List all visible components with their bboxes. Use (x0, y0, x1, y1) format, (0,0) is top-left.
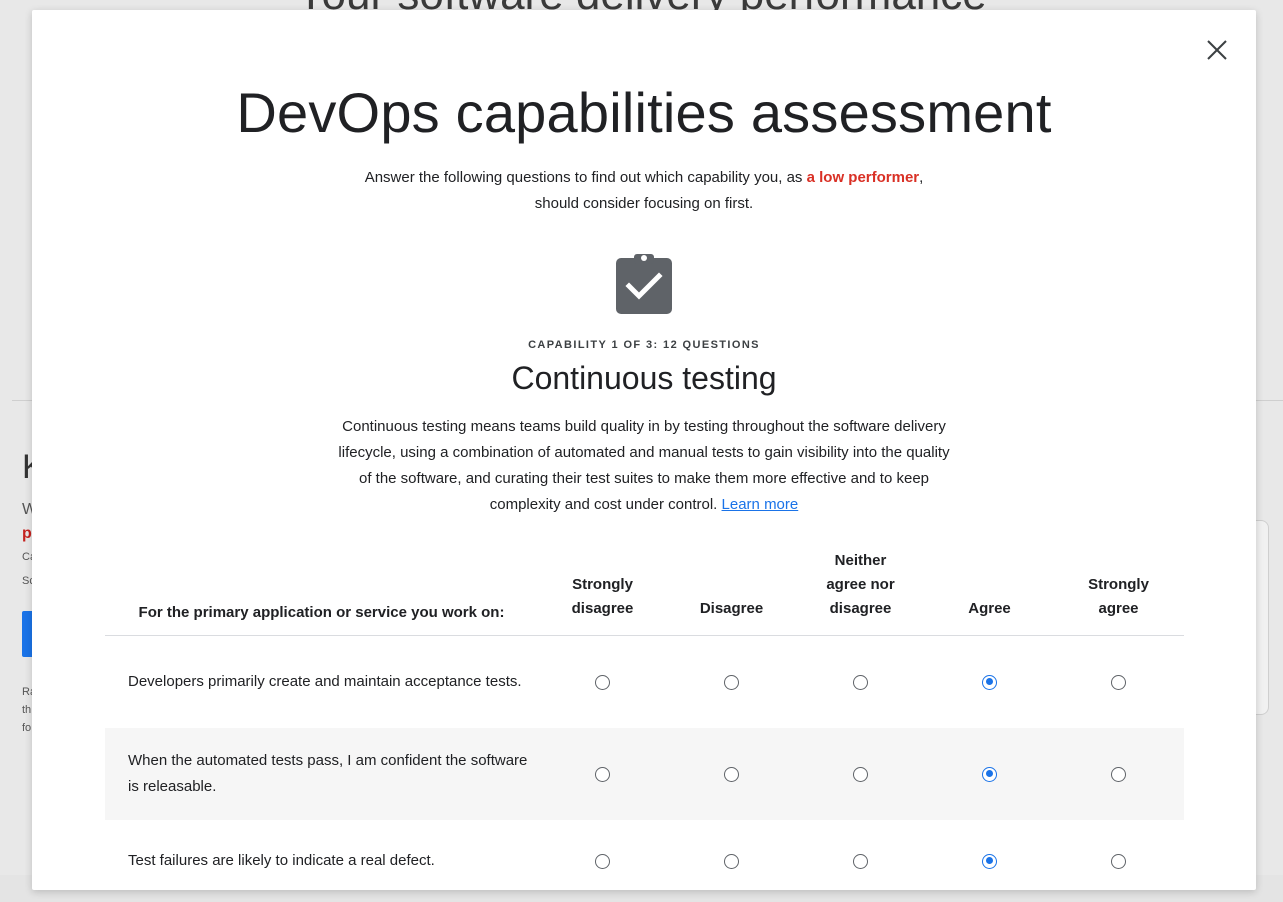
clipboard-check-icon (616, 252, 672, 314)
radio-agree[interactable] (982, 674, 997, 690)
option-header-disagree: Disagree (699, 600, 764, 617)
modal-title: DevOps capabilities assessment (236, 81, 1052, 144)
question-column-header: For the primary application or service y… (138, 604, 505, 621)
question-text: Test failures are likely to indicate a r… (128, 852, 435, 869)
radio-strongly-disagree[interactable] (595, 853, 610, 869)
radio-strongly-agree[interactable] (1111, 674, 1126, 690)
radio-neither[interactable] (853, 766, 868, 782)
table-header: For the primary application or service y… (105, 550, 1184, 636)
radio-disagree[interactable] (724, 674, 739, 690)
capability-progress: CAPABILITY 1 OF 3: 12 QUESTIONS (528, 339, 760, 351)
radio-neither[interactable] (853, 853, 868, 869)
question-row: When the automated tests pass, I am conf… (105, 728, 1184, 820)
radio-strongly-agree[interactable] (1111, 853, 1126, 869)
option-header-strongly-disagree: Strongly disagree (571, 576, 634, 617)
learn-more-link[interactable]: Learn more (722, 496, 799, 513)
question-row: Developers primarily create and maintain… (105, 636, 1184, 728)
radio-strongly-disagree[interactable] (595, 766, 610, 782)
performer-level: a low performer (806, 169, 920, 186)
capability-description: Continuous testing means teams build qua… (338, 418, 950, 513)
radio-strongly-disagree[interactable] (595, 674, 610, 690)
radio-strongly-agree[interactable] (1111, 766, 1126, 782)
radio-agree[interactable] (982, 766, 997, 782)
question-text: When the automated tests pass, I am conf… (128, 752, 528, 795)
assessment-modal: DevOps capabilities assessment Answer th… (32, 10, 1256, 890)
question-row: Test failures are likely to indicate a r… (105, 820, 1184, 902)
radio-disagree[interactable] (724, 853, 739, 869)
close-button[interactable] (1197, 30, 1237, 70)
option-header-agree: Agree (968, 600, 1011, 617)
intro-text: Answer the following questions to find o… (364, 169, 924, 212)
radio-disagree[interactable] (724, 766, 739, 782)
option-header-neither: Neither agree nor disagree (826, 552, 895, 617)
radio-agree[interactable] (982, 853, 997, 869)
questions-table: For the primary application or service y… (105, 550, 1184, 902)
capability-title: Continuous testing (511, 360, 777, 396)
option-header-strongly-agree: Strongly agree (1088, 576, 1149, 617)
radio-neither[interactable] (853, 674, 868, 690)
question-text: Developers primarily create and maintain… (128, 673, 522, 690)
close-icon (1207, 40, 1227, 60)
